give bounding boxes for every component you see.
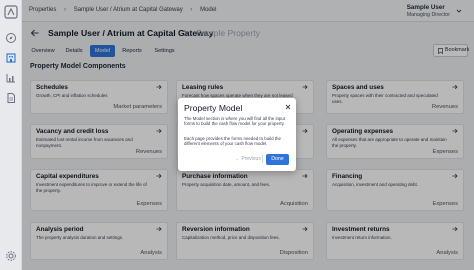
close-icon[interactable]: [285, 104, 291, 110]
dialog-paragraph-2: Each page provides the forms needed to b…: [184, 136, 281, 147]
logo-icon[interactable]: [4, 5, 18, 19]
chart-icon[interactable]: [5, 72, 17, 84]
settings-icon[interactable]: [5, 250, 17, 262]
dialog-paragraph-1: The Model section is where you will find…: [184, 116, 286, 127]
left-rail: [0, 0, 22, 270]
done-button[interactable]: Done: [266, 154, 289, 165]
divider: [262, 155, 263, 163]
dialog-title: Property Model: [184, 103, 243, 113]
compass-icon[interactable]: [5, 32, 17, 44]
document-icon[interactable]: [5, 92, 17, 104]
previous-button[interactable]: ← Previous: [235, 156, 261, 162]
building-icon[interactable]: [5, 52, 17, 64]
property-model-dialog: Property Model The Model section is wher…: [178, 98, 296, 171]
